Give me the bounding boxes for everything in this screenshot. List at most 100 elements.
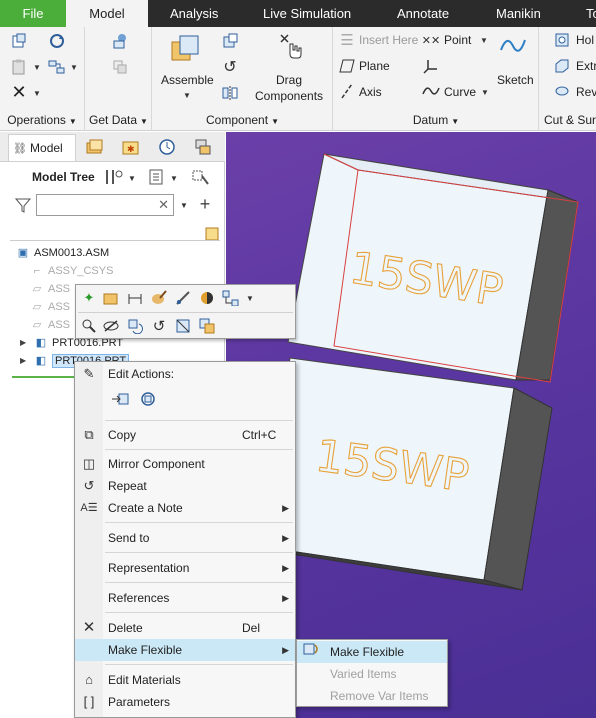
- regenerate-icon[interactable]: [8, 31, 30, 51]
- tab-model-tree[interactable]: ⛓ Model: [8, 134, 76, 161]
- submenu-item-varied-items[interactable]: Varied Items: [297, 663, 447, 685]
- expand-part1-icon[interactable]: ▶: [20, 338, 26, 347]
- delete-dropdown-icon[interactable]: ▼: [33, 89, 41, 98]
- curve-dropdown-icon[interactable]: ▼: [481, 88, 489, 97]
- menu-item-representation[interactable]: Representation ▶: [75, 557, 295, 579]
- activate-icon[interactable]: ✦: [78, 287, 100, 309]
- tab-model[interactable]: Model: [66, 0, 148, 27]
- operations-group-label[interactable]: Operations ▼: [0, 113, 84, 127]
- filter-funnel-icon[interactable]: [14, 196, 32, 214]
- plane-icon[interactable]: [338, 57, 356, 75]
- menu-item-copy[interactable]: ⧉ Copy Ctrl+C: [75, 424, 295, 446]
- tree-item-datum-3[interactable]: ▱ ASS: [30, 316, 70, 334]
- tab-analysis[interactable]: Analysis: [170, 0, 218, 27]
- pattern-icon[interactable]: [196, 315, 218, 337]
- curve-icon[interactable]: [422, 82, 440, 100]
- plane-label[interactable]: Plane: [359, 59, 390, 73]
- hole-icon[interactable]: [554, 31, 570, 49]
- open-icon[interactable]: [100, 287, 122, 309]
- favorites-icon[interactable]: ✱: [120, 137, 142, 157]
- tree-settings-dropdown-icon[interactable]: ▼: [128, 174, 136, 183]
- sketch-label[interactable]: Sketch: [497, 73, 534, 87]
- folder-browser-icon[interactable]: [84, 137, 106, 157]
- hole-label[interactable]: Hol: [576, 33, 594, 47]
- tree-item-datum-1[interactable]: ▱ ASS: [30, 280, 70, 298]
- drag-label-line2[interactable]: Components: [255, 89, 323, 103]
- history-icon[interactable]: [156, 137, 178, 157]
- cut-surface-group-label[interactable]: Cut & Sur: [544, 113, 596, 127]
- delete-x-icon[interactable]: ✕: [8, 82, 30, 102]
- revolve-icon[interactable]: [554, 82, 570, 100]
- tree-filter-settings-icon[interactable]: [190, 167, 212, 187]
- menu-item-parameters[interactable]: [ ] Parameters: [75, 691, 295, 713]
- axis-icon[interactable]: [338, 82, 356, 100]
- search-dropdown-icon[interactable]: ▼: [180, 201, 188, 210]
- appearance-icon[interactable]: [148, 287, 170, 309]
- regenerate-part-icon[interactable]: ↺: [148, 315, 170, 337]
- point-label[interactable]: Point: [444, 33, 471, 47]
- tree-item-datum-2[interactable]: ▱ ASS: [30, 298, 70, 316]
- material-sphere-icon[interactable]: [196, 287, 218, 309]
- layers-icon[interactable]: [192, 137, 214, 157]
- point-dropdown-icon[interactable]: ▼: [480, 36, 488, 45]
- menu-item-create-note[interactable]: A☰ Create a Note ▶: [75, 497, 295, 519]
- menu-item-edit-materials[interactable]: ⌂ Edit Materials: [75, 669, 295, 691]
- tree-item-root[interactable]: ▣ ASM0013.ASM: [16, 244, 109, 262]
- edit-action-move-icon[interactable]: [109, 388, 131, 410]
- create-component-icon[interactable]: [219, 31, 241, 51]
- edit-definition-icon[interactable]: [172, 287, 194, 309]
- user-defined-feature-icon[interactable]: [108, 31, 132, 51]
- csys-icon[interactable]: [422, 57, 440, 75]
- paste-dropdown-icon[interactable]: ▼: [33, 63, 41, 72]
- extrude-icon[interactable]: [554, 57, 570, 75]
- mirror-component-icon[interactable]: [219, 83, 241, 103]
- menu-item-mirror-component[interactable]: ◫ Mirror Component: [75, 453, 295, 475]
- tree-search-input[interactable]: ✕: [36, 194, 174, 216]
- clear-search-icon[interactable]: ✕: [158, 197, 169, 213]
- assemble-dropdown-icon[interactable]: ▼: [183, 91, 191, 100]
- show-icon[interactable]: [146, 167, 166, 187]
- datum-group-label[interactable]: Datum ▼: [334, 113, 538, 127]
- sketch-icon[interactable]: [498, 31, 528, 61]
- hide-icon[interactable]: [100, 315, 122, 337]
- curve-label[interactable]: Curve: [444, 85, 476, 99]
- drag-label-line1[interactable]: Drag: [276, 73, 302, 87]
- tab-annotate[interactable]: Annotate: [397, 0, 449, 27]
- find-dropdown-icon[interactable]: ▼: [70, 63, 78, 72]
- tree-item-csys[interactable]: ⌐ ASSY_CSYS: [30, 262, 114, 280]
- paste-icon[interactable]: [8, 57, 30, 77]
- copy-geometry-icon[interactable]: [108, 57, 132, 77]
- expand-part2-icon[interactable]: ▶: [20, 356, 26, 365]
- show-dropdown-icon[interactable]: ▼: [170, 174, 178, 183]
- submenu-item-make-flexible[interactable]: Make Flexible: [297, 641, 447, 663]
- zoom-to-selected-icon[interactable]: [78, 315, 100, 337]
- point-icon[interactable]: ✕✕: [422, 31, 440, 49]
- tab-overflow[interactable]: To: [586, 0, 596, 27]
- edit-action-refresh-icon[interactable]: [137, 388, 159, 410]
- extrude-label[interactable]: Extr: [576, 59, 596, 73]
- menu-item-delete[interactable]: ✕ Delete Del: [75, 617, 295, 639]
- refresh-icon[interactable]: [46, 31, 68, 51]
- get-data-group-label[interactable]: Get Data ▼: [86, 113, 151, 127]
- edit-dimensions-icon[interactable]: [124, 287, 146, 309]
- component-constraints-icon[interactable]: [220, 287, 242, 309]
- menu-item-make-flexible[interactable]: Make Flexible ▶: [75, 639, 295, 661]
- revolve-label[interactable]: Rev: [576, 85, 596, 99]
- more-actions-dropdown-icon[interactable]: ▼: [246, 294, 254, 303]
- tab-manikin[interactable]: Manikin: [496, 0, 541, 27]
- assemble-label[interactable]: Assemble: [161, 73, 214, 87]
- find-replace-icon[interactable]: [46, 57, 68, 77]
- axis-label[interactable]: Axis: [359, 85, 382, 99]
- submenu-item-remove-var-items[interactable]: Remove Var Items: [297, 685, 447, 707]
- menu-item-send-to[interactable]: Send to ▶: [75, 527, 295, 549]
- component-group-label[interactable]: Component ▼: [153, 113, 332, 127]
- menu-item-references[interactable]: References ▶: [75, 587, 295, 609]
- tree-settings-icon[interactable]: [102, 167, 126, 187]
- add-column-icon[interactable]: +: [196, 194, 214, 214]
- repeat-icon[interactable]: ↺: [219, 57, 241, 77]
- tab-live-simulation[interactable]: Live Simulation: [263, 0, 351, 27]
- tab-file[interactable]: File: [0, 0, 66, 27]
- replace-icon[interactable]: [124, 315, 146, 337]
- assemble-icon[interactable]: [167, 31, 203, 67]
- suppress-icon[interactable]: [172, 315, 194, 337]
